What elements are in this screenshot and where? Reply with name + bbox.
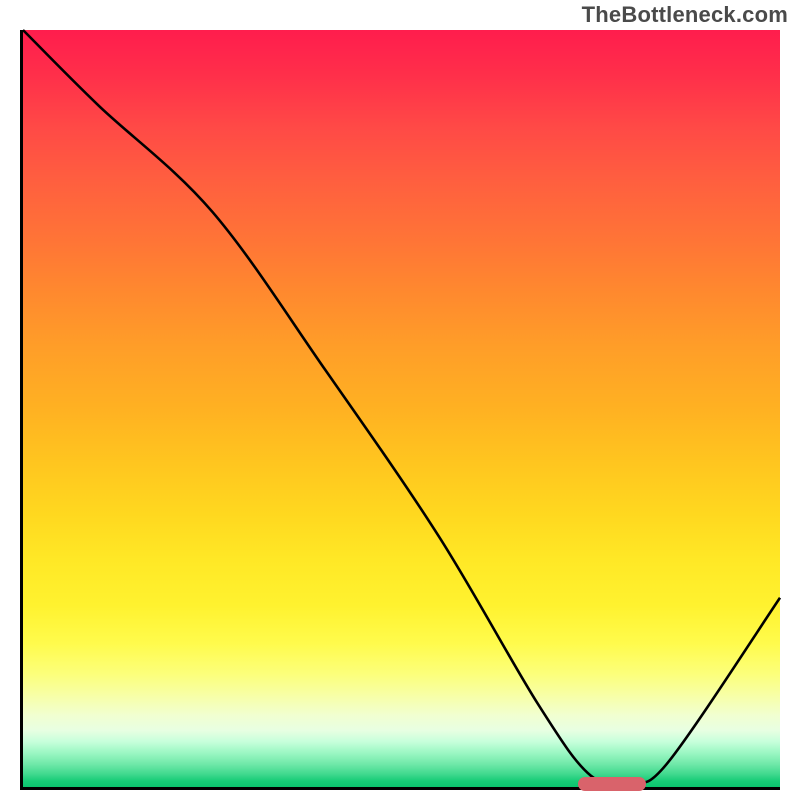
watermark-text: TheBottleneck.com (582, 2, 788, 28)
chart-container: TheBottleneck.com (0, 0, 800, 800)
curve-svg (23, 30, 780, 787)
plot-area (20, 30, 780, 790)
optimal-range-marker (578, 777, 646, 791)
bottleneck-curve-path (23, 30, 780, 783)
